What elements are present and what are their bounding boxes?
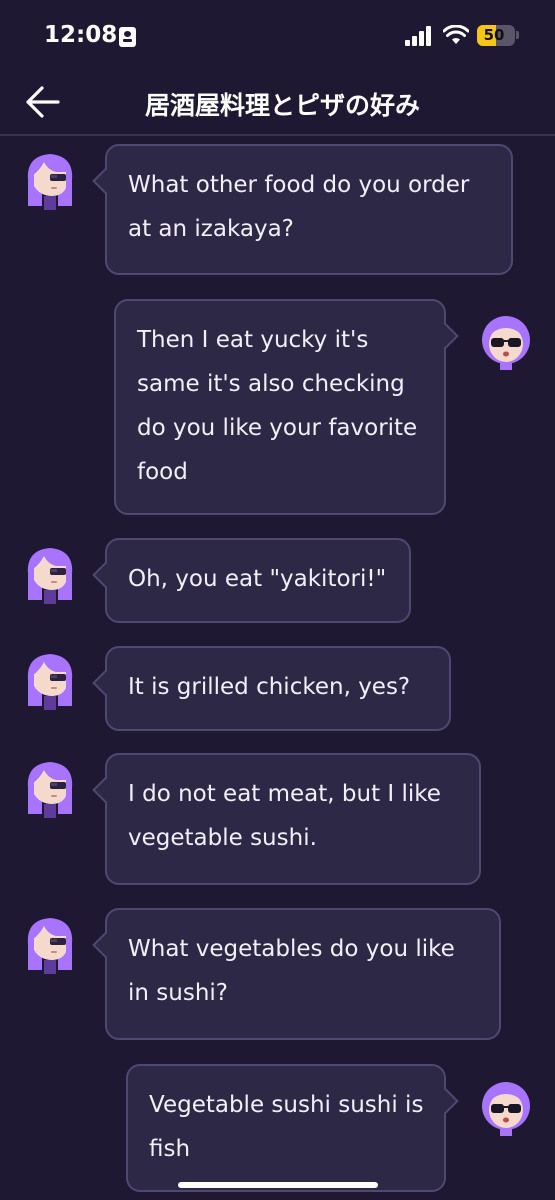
- message-bubble-user[interactable]: Then I eat yucky it's same it's also che…: [114, 299, 459, 515]
- lily-avatar: [26, 917, 74, 974]
- message-text: Vegetable sushi sushi is fish: [149, 1092, 424, 1162]
- message-bubble-bot[interactable]: It is grilled chicken, yes?: [92, 646, 451, 731]
- message-bubble-bot[interactable]: I do not eat meat, but I like vegetable …: [92, 753, 481, 885]
- message-text: Then I eat yucky it's same it's also che…: [137, 327, 418, 485]
- user-avatar: [482, 316, 530, 370]
- status-bar: 12:08 50: [0, 0, 555, 68]
- message-bubble-bot[interactable]: What other food do you order at an izaka…: [92, 144, 513, 275]
- battery-tip: [516, 31, 519, 39]
- cellular-signal-icon: [405, 26, 435, 46]
- lily-avatar: [26, 153, 74, 210]
- message-bubble-bot[interactable]: Oh, you eat "yakitori!": [92, 538, 411, 623]
- message-text: What other food do you order at an izaka…: [128, 172, 470, 242]
- message-bubble-user[interactable]: Vegetable sushi sushi is fish: [126, 1064, 459, 1192]
- contact-card-icon: [119, 27, 136, 47]
- home-indicator[interactable]: [178, 1182, 378, 1188]
- message-bubble-bot[interactable]: What vegetables do you like in sushi?: [92, 908, 501, 1040]
- message-text: What vegetables do you like in sushi?: [128, 936, 455, 1006]
- page-title: 居酒屋料理とピザの好み: [144, 91, 420, 120]
- lily-avatar: [26, 653, 74, 710]
- status-time: 12:08: [44, 22, 118, 48]
- message-text: I do not eat meat, but I like vegetable …: [128, 781, 441, 851]
- battery-level: 50: [483, 26, 505, 44]
- user-avatar: [482, 1082, 530, 1136]
- header: 居酒屋料理とピザの好み: [0, 68, 555, 136]
- message-text: It is grilled chicken, yes?: [128, 674, 411, 700]
- battery-icon: 50: [477, 25, 515, 46]
- chat-thread: What other food do you order at an izaka…: [0, 138, 555, 1200]
- lily-avatar: [26, 547, 74, 604]
- lily-avatar: [26, 761, 74, 818]
- message-text: Oh, you eat "yakitori!": [128, 566, 387, 592]
- wifi-icon: [443, 25, 469, 44]
